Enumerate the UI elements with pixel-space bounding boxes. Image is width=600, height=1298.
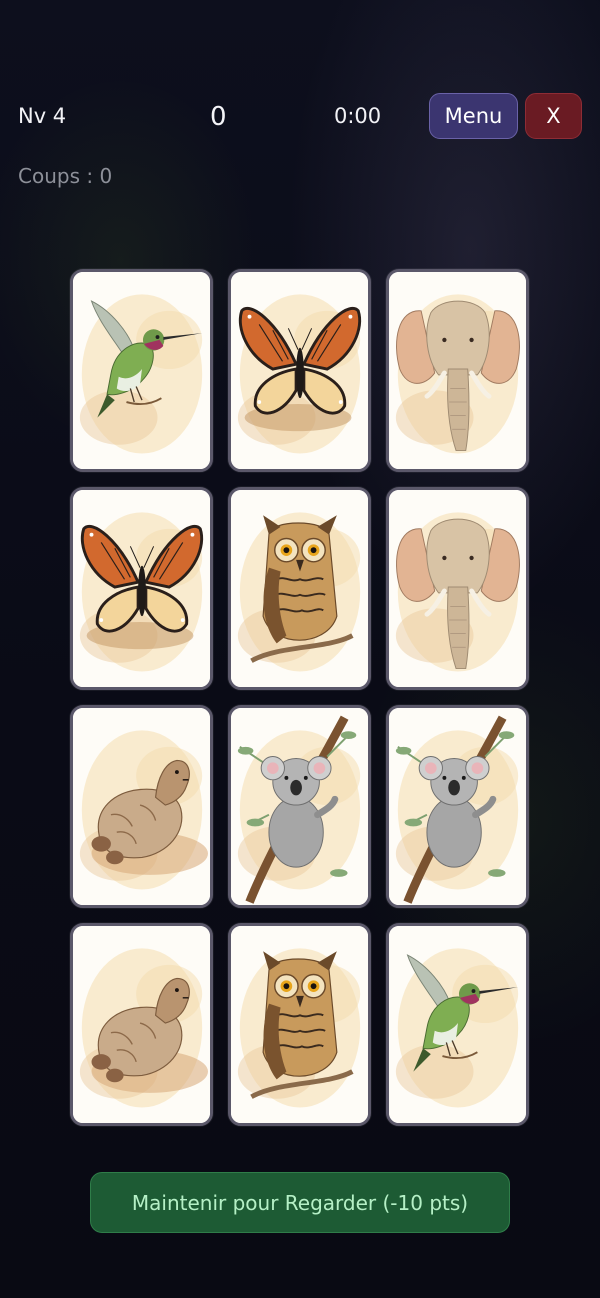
- memory-card-koala[interactable]: [228, 705, 371, 908]
- memory-card-koala[interactable]: [386, 705, 529, 908]
- memory-card-otter[interactable]: [70, 705, 213, 908]
- timer-display: 0:00: [334, 104, 382, 128]
- memory-card-elephant[interactable]: [386, 269, 529, 472]
- butterfly-illustration: [73, 490, 210, 687]
- koala-illustration: [231, 708, 368, 905]
- moves-counter: Coups : 0: [18, 164, 113, 188]
- memory-card-otter[interactable]: [70, 923, 213, 1126]
- memory-card-grid: [70, 269, 530, 1126]
- memory-card-elephant[interactable]: [386, 487, 529, 690]
- otter-illustration: [73, 926, 210, 1123]
- otter-illustration: [73, 708, 210, 905]
- hummingbird-illustration: [73, 272, 210, 469]
- memory-card-hummingbird[interactable]: [386, 923, 529, 1126]
- game-hud: Nv 4 0 0:00 Menu X Coups : 0: [0, 0, 600, 200]
- hummingbird-illustration: [389, 926, 526, 1123]
- memory-card-butterfly[interactable]: [70, 487, 213, 690]
- owl-illustration: [231, 490, 368, 687]
- memory-card-butterfly[interactable]: [228, 269, 371, 472]
- memory-card-hummingbird[interactable]: [70, 269, 213, 472]
- level-indicator: Nv 4: [18, 104, 67, 128]
- hold-to-peek-button[interactable]: Maintenir pour Regarder (-10 pts): [90, 1172, 510, 1233]
- koala-illustration: [389, 708, 526, 905]
- score-display: 0: [210, 102, 227, 132]
- menu-button[interactable]: Menu: [429, 93, 518, 139]
- close-button[interactable]: X: [525, 93, 582, 139]
- elephant-illustration: [389, 272, 526, 469]
- elephant-illustration: [389, 490, 526, 687]
- memory-card-owl[interactable]: [228, 923, 371, 1126]
- memory-card-owl[interactable]: [228, 487, 371, 690]
- owl-illustration: [231, 926, 368, 1123]
- butterfly-illustration: [231, 272, 368, 469]
